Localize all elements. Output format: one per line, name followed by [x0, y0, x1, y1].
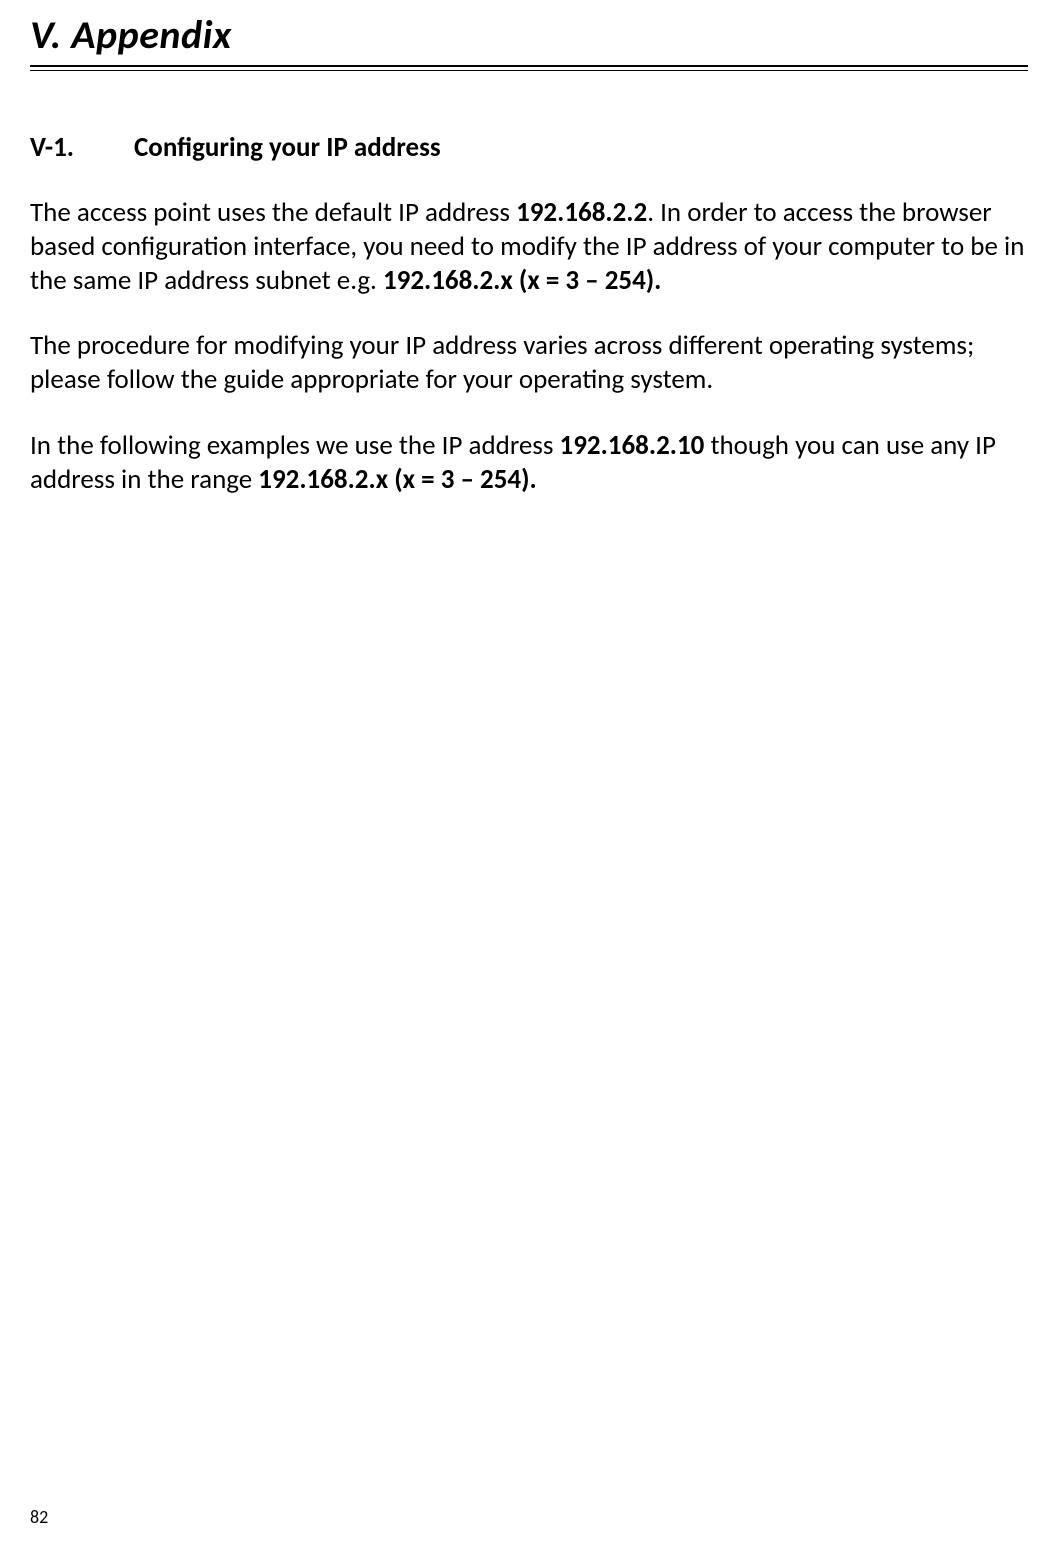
para1-text1: The access point uses the default IP add…: [30, 196, 516, 229]
para1-bold2: 192.168.2.x (x = 3 – 254).: [383, 264, 661, 297]
para3-text1: In the following examples we use the IP …: [30, 429, 560, 462]
chapter-title: V. Appendix: [30, 0, 1028, 65]
title-divider: [30, 65, 1028, 71]
paragraph-2: The procedure for modifying your IP addr…: [30, 329, 1028, 397]
paragraph-3: In the following examples we use the IP …: [30, 429, 1028, 497]
para3-bold2: 192.168.2.x (x = 3 – 254).: [258, 463, 536, 496]
section-title: Configuring your IP address: [134, 131, 441, 164]
section-heading: V-1. Configuring your IP address: [30, 131, 1028, 164]
para2-text1: The procedure for modifying your IP addr…: [30, 329, 974, 396]
section-number: V-1.: [30, 131, 74, 164]
para3-bold1: 192.168.2.10: [560, 429, 705, 462]
paragraph-1: The access point uses the default IP add…: [30, 196, 1028, 297]
para1-bold1: 192.168.2.2: [516, 196, 647, 229]
page-number: 82: [30, 1506, 48, 1528]
